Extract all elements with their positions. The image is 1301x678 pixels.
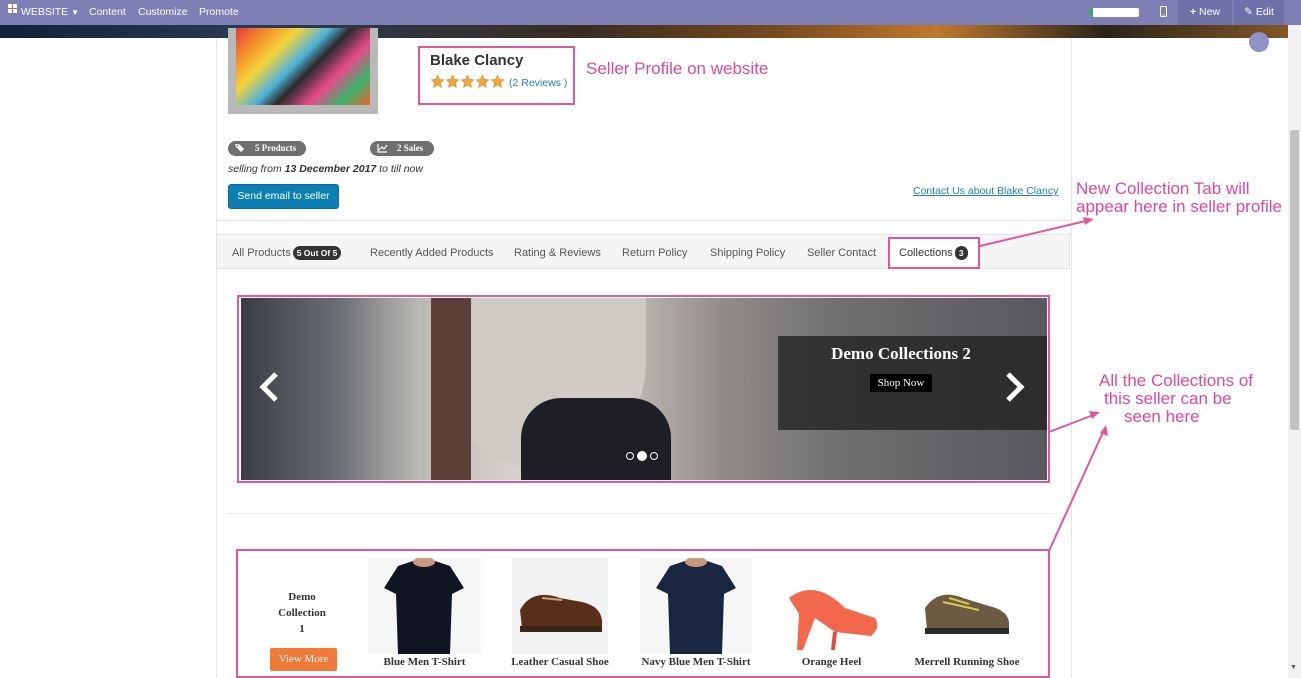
divider (228, 513, 1058, 514)
running-shoe-image (925, 594, 1009, 634)
product-image-5[interactable] (919, 558, 1014, 654)
carousel-dot[interactable] (626, 451, 634, 460)
collection-name-line3: 1 (299, 623, 305, 635)
collection-name-line2: Collection (278, 607, 326, 619)
heel-image (789, 590, 878, 651)
carousel-indicators (626, 447, 661, 461)
tshirt-image (384, 557, 464, 654)
shop-now-button[interactable]: Shop Now (870, 374, 932, 392)
product-name-4[interactable]: Orange Heel (775, 656, 888, 668)
annotation-collections-line3: seen here (1124, 407, 1200, 426)
annotation-collections-line2: this seller can be (1104, 389, 1232, 408)
collection-name: Demo Collection 1 (260, 589, 344, 637)
product-name-2[interactable]: Leather Casual Shoe (506, 656, 614, 668)
collection-name-line1: Demo (288, 591, 316, 603)
carousel-prev-icon[interactable] (258, 370, 280, 413)
product-name-5[interactable]: Merrell Running Shoe (908, 656, 1026, 668)
annotation-collections-line1: All the Collections of (1099, 371, 1254, 390)
product-image-3[interactable] (640, 557, 752, 654)
product-name-1[interactable]: Blue Men T-Shirt (368, 656, 481, 668)
carousel-annotation-arrowhead (1089, 411, 1100, 419)
collection-annotation-arrow (1048, 429, 1105, 552)
carousel-dot[interactable] (650, 451, 658, 460)
tshirt-image (656, 557, 736, 654)
product-image-2[interactable] (512, 558, 608, 654)
product-name-3[interactable]: Navy Blue Men T-Shirt (636, 656, 756, 668)
product-image-4[interactable] (775, 558, 888, 654)
carousel-next-icon[interactable] (1004, 370, 1026, 409)
slide-photo-hair (431, 298, 471, 480)
product-image-1[interactable] (368, 557, 481, 654)
slide-photo-coat (521, 398, 671, 480)
carousel-annotation-arrow (1048, 413, 1097, 433)
view-more-button[interactable]: View More (270, 648, 337, 671)
carousel-title: Demo Collections 2 (831, 344, 971, 363)
shoe-image (520, 594, 602, 632)
carousel-dot[interactable] (637, 450, 647, 461)
tab-annotation-arrowhead (1083, 217, 1094, 225)
tab-annotation-arrow (979, 219, 1091, 247)
